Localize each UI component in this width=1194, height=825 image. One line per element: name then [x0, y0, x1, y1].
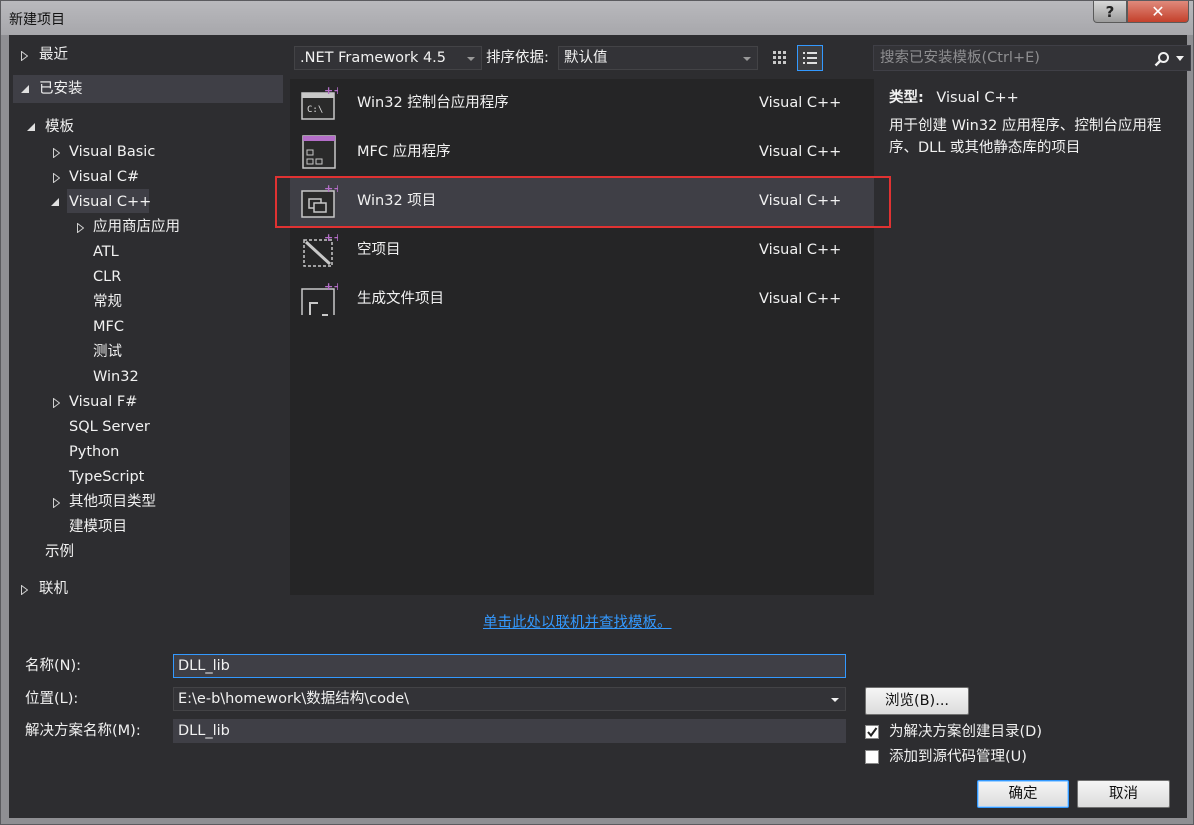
selection-highlight-annotation: [275, 176, 891, 228]
checkmark-icon: [867, 727, 878, 738]
template-type-row: 类型: Visual C++: [889, 87, 1179, 109]
tree-item-sql-server[interactable]: SQL Server: [69, 415, 150, 440]
expand-arrow-icon[interactable]: [77, 223, 84, 233]
sort-label: 排序依据:: [486, 50, 549, 66]
tree-item-modeling[interactable]: 建模项目: [69, 515, 127, 540]
ok-button[interactable]: 确定: [977, 780, 1069, 808]
template-language: Visual C++: [759, 291, 842, 307]
tree-item-typescript[interactable]: TypeScript: [69, 465, 144, 490]
template-info-panel: 类型: Visual C++ 用于创建 Win32 应用程序、控制台应用程序、D…: [889, 87, 1179, 159]
type-value: Visual C++: [936, 90, 1019, 106]
mfc-app-icon: [302, 135, 336, 169]
search-placeholder: 搜索已安装模板(Ctrl+E): [880, 50, 1040, 66]
console-app-icon: C:\ ++: [301, 85, 338, 120]
tree-label: 最近: [39, 47, 68, 63]
makefile-project-icon: ++: [301, 281, 338, 316]
expand-arrow-icon[interactable]: [53, 498, 60, 508]
framework-dropdown[interactable]: .NET Framework 4.5: [294, 46, 482, 70]
solution-name-label: 解决方案名称(M):: [25, 723, 141, 739]
source-control-checkbox[interactable]: [865, 750, 879, 764]
dialog-client: 最近 已安装 模板 Visual Basic Visual C# Visual …: [9, 35, 1191, 818]
tree-label: Visual F#: [69, 394, 138, 410]
chevron-down-icon: [467, 57, 475, 61]
tree-item-win32[interactable]: Win32: [93, 365, 139, 390]
tree-label: 其他项目类型: [69, 494, 156, 510]
collapse-arrow-icon[interactable]: [21, 85, 30, 94]
location-value: E:\e-b\homework\数据结构\code\: [178, 691, 409, 707]
source-control-label: 添加到源代码管理(U): [889, 749, 1027, 765]
help-button[interactable]: ?: [1093, 1, 1127, 23]
tree-item-python[interactable]: Python: [69, 440, 119, 465]
search-icon[interactable]: [1154, 51, 1170, 67]
solution-name-input[interactable]: DLL_lib: [173, 719, 846, 743]
new-project-dialog: 新建项目 ? ✕ 最近 已安装 模板 Visual Basic Visual C…: [0, 0, 1194, 825]
project-name-input[interactable]: DLL_lib: [173, 654, 846, 678]
template-name: MFC 应用程序: [357, 144, 451, 160]
tree-label: 联机: [39, 581, 68, 597]
small-icons-view-button[interactable]: [767, 45, 793, 71]
template-language: Visual C++: [759, 144, 842, 160]
tree-label: 已安装: [39, 81, 83, 97]
template-description: 用于创建 Win32 应用程序、控制台应用程序、DLL 或其他静态库的项目: [889, 118, 1162, 156]
expand-arrow-icon[interactable]: [21, 585, 28, 595]
template-name: 空项目: [357, 242, 401, 258]
template-language: Visual C++: [759, 242, 842, 258]
tree-label: 模板: [45, 119, 74, 135]
tree-item-test[interactable]: 测试: [93, 340, 122, 365]
expand-arrow-icon[interactable]: [21, 51, 28, 61]
tree-item-general[interactable]: 常规: [93, 290, 122, 315]
tree-label: 应用商店应用: [93, 219, 180, 235]
close-icon: ✕: [1151, 2, 1165, 21]
online-templates-link[interactable]: 单击此处以联机并查找模板。: [483, 611, 672, 632]
template-item-console[interactable]: C:\ ++ Win32 控制台应用程序 Visual C++: [290, 79, 874, 128]
chevron-down-icon[interactable]: [831, 698, 839, 702]
location-combo[interactable]: E:\e-b\homework\数据结构\code\: [173, 687, 846, 711]
collapse-arrow-icon[interactable]: [51, 198, 60, 207]
cancel-button[interactable]: 取消: [1077, 780, 1170, 808]
template-name: 生成文件项目: [357, 291, 444, 307]
type-label: 类型:: [889, 90, 924, 106]
list-view-icon: [803, 52, 817, 64]
chevron-down-icon: [743, 57, 751, 61]
create-directory-label: 为解决方案创建目录(D): [889, 724, 1042, 740]
sort-dropdown[interactable]: 默认值: [558, 46, 758, 70]
window-title: 新建项目: [9, 12, 65, 28]
expand-arrow-icon[interactable]: [53, 148, 60, 158]
template-item-mfc[interactable]: MFC 应用程序 Visual C++: [290, 128, 874, 177]
title-bar: 新建项目 ? ✕: [1, 1, 1193, 35]
framework-value: .NET Framework 4.5: [300, 50, 447, 66]
tree-item-mfc[interactable]: MFC: [93, 315, 124, 340]
browse-button[interactable]: 浏览(B)...: [865, 687, 969, 715]
tree-item-clr[interactable]: CLR: [93, 265, 121, 290]
tree-label: Visual C#: [69, 169, 140, 185]
collapse-arrow-icon[interactable]: [27, 123, 36, 132]
template-search-input[interactable]: 搜索已安装模板(Ctrl+E): [873, 45, 1191, 71]
expand-arrow-icon[interactable]: [53, 398, 60, 408]
template-name: Win32 控制台应用程序: [357, 95, 509, 111]
svg-text:++: ++: [324, 85, 338, 97]
grid-view-icon: [773, 51, 786, 64]
list-view-button[interactable]: [797, 45, 823, 71]
location-label: 位置(L):: [25, 691, 79, 707]
empty-project-icon: ++: [303, 232, 338, 267]
sort-value: 默认值: [564, 50, 608, 66]
tree-label: Visual C++: [69, 194, 152, 210]
svg-text:++: ++: [324, 232, 338, 244]
name-label: 名称(N):: [25, 658, 82, 674]
tree-item-atl[interactable]: ATL: [93, 240, 119, 265]
template-language: Visual C++: [759, 95, 842, 111]
close-button[interactable]: ✕: [1127, 1, 1189, 23]
create-directory-checkbox[interactable]: [865, 725, 879, 739]
svg-text:++: ++: [324, 281, 338, 293]
expand-arrow-icon[interactable]: [53, 173, 60, 183]
template-list: C:\ ++ Win32 控制台应用程序 Visual C++ MFC 应用程序…: [290, 79, 874, 595]
tree-label: Visual Basic: [69, 144, 156, 160]
template-item-makefile[interactable]: ++ 生成文件项目 Visual C++: [290, 275, 874, 324]
tree-item-samples[interactable]: 示例: [45, 540, 74, 565]
svg-text:C:\: C:\: [307, 105, 323, 115]
chevron-down-icon[interactable]: [1176, 56, 1184, 61]
template-tree: 最近 已安装 模板 Visual Basic Visual C# Visual …: [9, 35, 285, 630]
template-item-empty-project[interactable]: ++ 空项目 Visual C++: [290, 226, 874, 275]
